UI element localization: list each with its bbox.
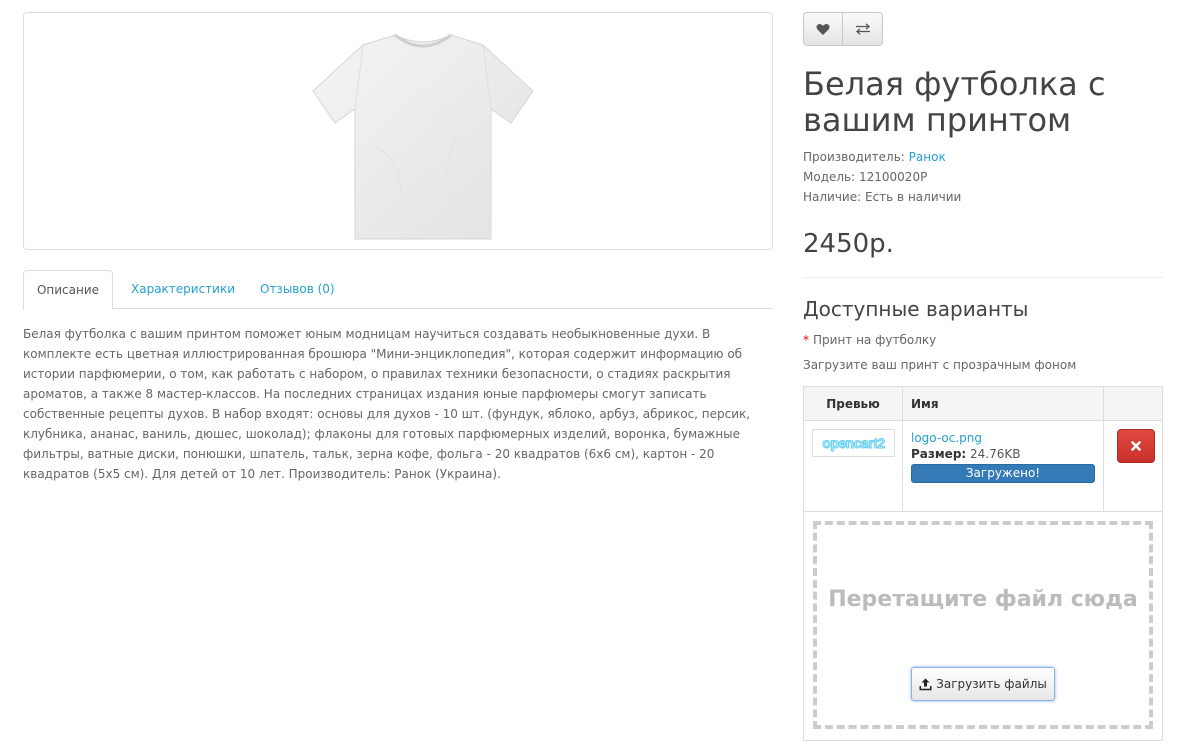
divider	[803, 277, 1163, 278]
options-title: Доступные варианты	[803, 297, 1029, 321]
upload-table-header: Превью Имя	[804, 387, 1162, 421]
product-tabs: Описание Характеристики Отзывов (0)	[23, 270, 773, 310]
product-price: 2450р.	[803, 229, 894, 259]
file-link[interactable]: logo-oc.png	[911, 430, 1095, 446]
upload-progress-bar: Загружено!	[911, 464, 1095, 483]
file-name-cell: logo-oc.png Размер: 24.76KB Загружено!	[903, 421, 1104, 512]
file-preview-cell: opencart2	[804, 421, 903, 512]
file-thumbnail: opencart2	[812, 429, 895, 457]
file-dropzone[interactable]: Перетащите файл сюда Загрузить файлы	[813, 521, 1153, 729]
table-row: opencart2 logo-oc.png Размер: 24.76KB За…	[804, 421, 1162, 512]
dropzone-text: Перетащите файл сюда	[828, 587, 1138, 612]
product-image	[312, 33, 534, 240]
column-header-name: Имя	[903, 387, 1104, 421]
product-model: Модель: 12100020P	[803, 170, 927, 184]
upload-files-button[interactable]: Загрузить файлы	[911, 667, 1055, 701]
heart-icon	[816, 23, 830, 35]
upload-files-label: Загрузить файлы	[936, 677, 1047, 691]
tab-description[interactable]: Описание	[23, 270, 113, 310]
product-action-buttons	[803, 12, 883, 46]
product-stock: Наличие: Есть в наличии	[803, 190, 961, 204]
product-title: Белая футболка с вашим принтом	[803, 65, 1106, 139]
file-size-label: Размер:	[911, 447, 967, 461]
required-mark: *	[803, 333, 809, 347]
brand-link[interactable]: Ранок	[909, 150, 946, 164]
option-help-text: Загрузите ваш принт с прозрачным фоном	[803, 358, 1077, 372]
file-action-cell	[1104, 421, 1162, 512]
product-description: Белая футболка с вашим принтом поможет ю…	[23, 327, 751, 481]
stock-value: Есть в наличии	[865, 190, 962, 204]
column-header-preview: Превью	[804, 387, 903, 421]
model-label: Модель:	[803, 170, 856, 184]
close-icon	[1131, 441, 1141, 451]
compare-arrows-icon	[855, 23, 870, 35]
option-label-text: Принт на футболку	[813, 333, 937, 347]
compare-button[interactable]	[843, 12, 883, 46]
remove-file-button[interactable]	[1117, 429, 1155, 463]
upload-icon	[919, 678, 932, 690]
file-size-value: 24.76KB	[970, 447, 1021, 461]
tab-reviews[interactable]: Отзывов (0)	[260, 270, 335, 309]
tab-specifications[interactable]: Характеристики	[131, 270, 235, 309]
stock-label: Наличие:	[803, 190, 862, 204]
option-label: * Принт на футболку	[803, 333, 936, 347]
product-brand: Производитель: Ранок	[803, 150, 946, 164]
brand-label: Производитель:	[803, 150, 905, 164]
wishlist-button[interactable]	[803, 12, 843, 46]
file-size: Размер: 24.76KB	[911, 446, 1095, 462]
product-image-frame[interactable]	[23, 12, 773, 250]
upload-table: Превью Имя opencart2 logo-oc.png Размер:…	[803, 386, 1163, 741]
model-value: 12100020P	[859, 170, 928, 184]
